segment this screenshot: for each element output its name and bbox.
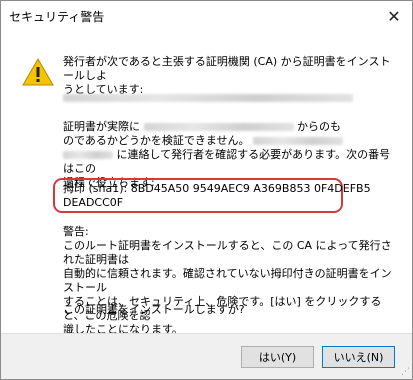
thumbprint-text: 拇印 (sha1): 8BD45A50 9549AEC9 A369B853 0F…	[63, 182, 393, 210]
warning-text: 警告: このルート証明書をインストールすると、この CA によって発行された証明…	[63, 225, 393, 337]
verify-line-2: のであるかどうかを検証できません。	[63, 134, 393, 148]
verify-line-1-end: からのも	[297, 120, 341, 133]
redacted-text	[143, 123, 294, 131]
title-bar: セキュリティ警告 ✕	[1, 1, 412, 34]
yes-button[interactable]: はい(Y)	[241, 346, 314, 368]
intro-line-1: 発行者が次であると主張する証明機関 (CA) から証明書をインストールしよ	[63, 55, 391, 82]
verify-line-3: に連絡して発行者を確認する必要があります。次の番号はこの	[63, 148, 393, 176]
warning-line-1: このルート証明書をインストールすると、この CA によって発行された証明書は	[63, 239, 392, 266]
close-icon[interactable]: ✕	[386, 9, 402, 25]
redacted-text	[63, 151, 113, 159]
thumbprint-line-1: 拇印 (sha1): 8BD45A50 9549AEC9 A369B853 0F…	[63, 182, 371, 195]
verify-line-1: 証明書が実際に からのも	[63, 120, 393, 134]
warning-icon	[22, 58, 54, 86]
redacted-text	[63, 94, 353, 102]
button-bar: はい(Y) いいえ(N) ⋰	[1, 333, 412, 379]
redacted-ca-name	[63, 91, 393, 105]
warning-heading: 警告:	[63, 225, 89, 238]
verify-line-2-text: のであるかどうかを検証できません。	[63, 134, 250, 147]
warning-line-2: 自動的に信頼されます。確認されていない拇印付きの証明書をインストール	[63, 267, 392, 294]
redacted-text	[253, 137, 344, 145]
resize-grip-icon[interactable]: ⋰	[401, 367, 410, 377]
verify-line-1-start: 証明書が実際に	[63, 120, 140, 133]
question-text: この証明書をインストールしますか?	[63, 303, 245, 316]
security-warning-dialog: セキュリティ警告 ✕ 発行者が次であると主張する証明機関 (CA) から証明書を…	[0, 0, 413, 380]
thumbprint-line-2: DEADCC0F	[63, 196, 124, 209]
no-button[interactable]: いいえ(N)	[322, 346, 395, 368]
window-title: セキュリティ警告	[9, 10, 105, 24]
